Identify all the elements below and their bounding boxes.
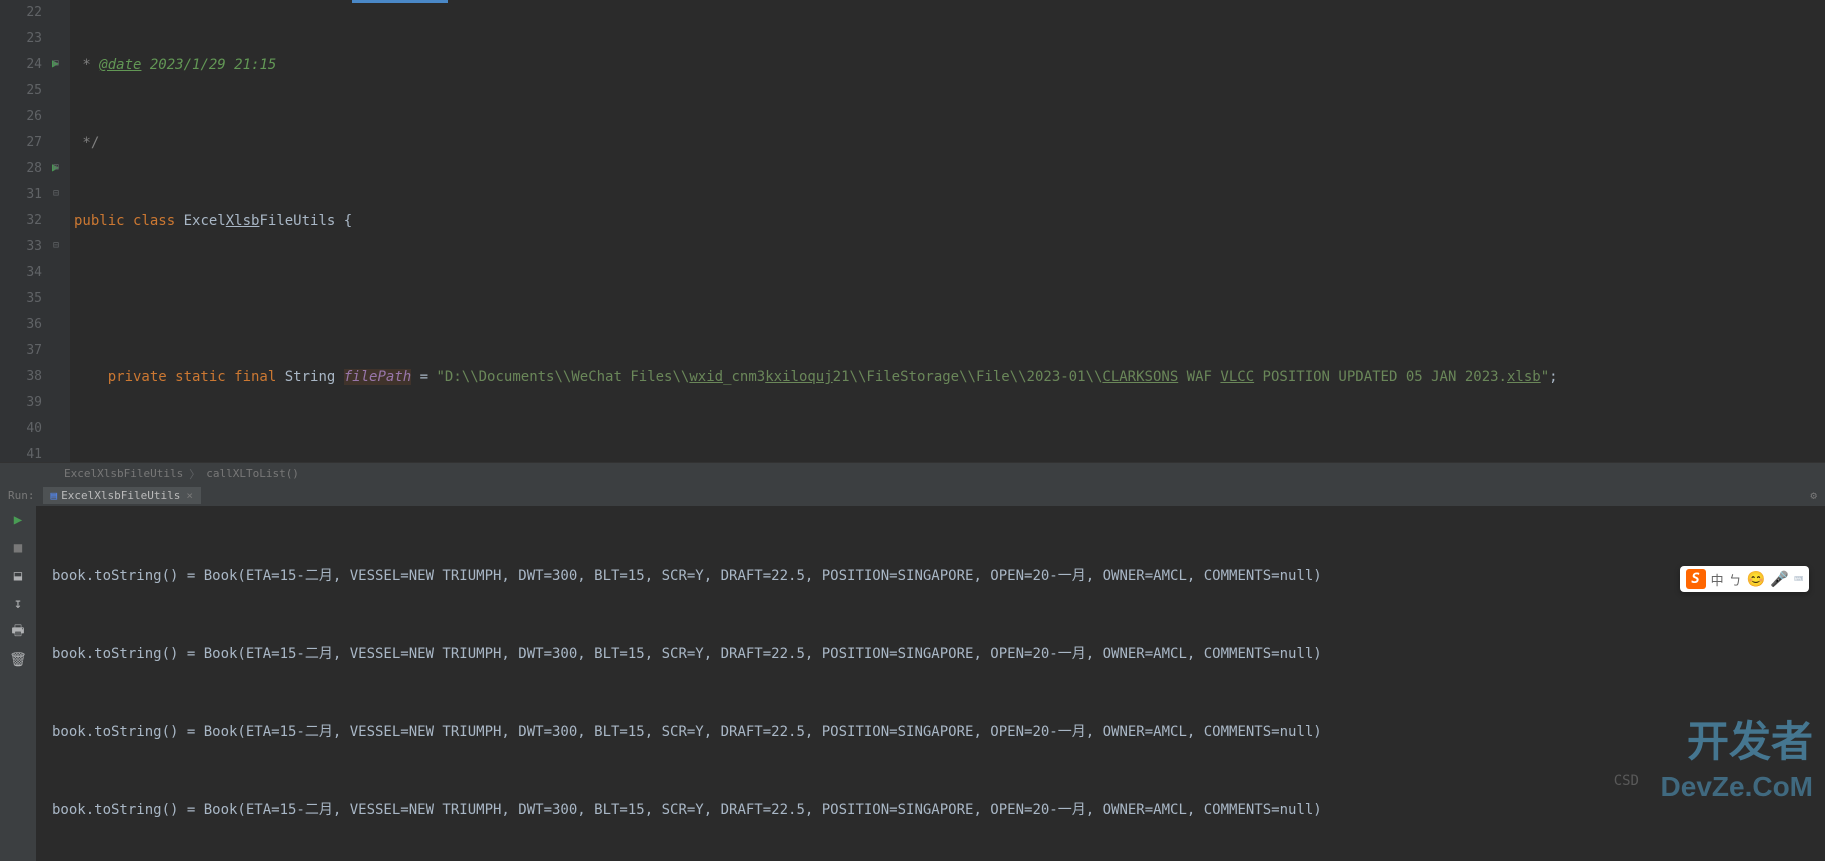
keyword: public	[74, 213, 133, 229]
output-line: book.toString() = Book(ETA=15-二月, VESSEL…	[52, 641, 1825, 667]
output-line: book.toString() = Book(ETA=15-二月, VESSEL…	[52, 797, 1825, 823]
run-tab-name: ExcelXlsbFileUtils	[61, 489, 180, 502]
class-name: FileUtils	[259, 213, 343, 229]
line-number[interactable]: 31	[0, 182, 42, 208]
fold-icon[interactable]: ⊟	[53, 240, 59, 251]
brace: {	[344, 213, 352, 229]
line-number[interactable]: 39	[0, 390, 42, 416]
code-editor[interactable]: 22 23 24 25 26 27 28 31 32 33 34 35 36 3…	[0, 0, 1825, 462]
line-number[interactable]: 24	[0, 52, 42, 78]
line-number[interactable]: 25	[0, 78, 42, 104]
line-number[interactable]: 34	[0, 260, 42, 286]
close-icon[interactable]: ×	[186, 489, 193, 502]
output-line: book.toString() = Book(ETA=15-二月, VESSEL…	[52, 719, 1825, 745]
string-literal: WAF	[1178, 369, 1220, 385]
run-config-icon: ▤	[51, 489, 58, 502]
field-name-highlighted: filePath	[344, 369, 411, 385]
sogou-icon[interactable]: S	[1686, 569, 1706, 589]
string-underlined: wxid	[689, 369, 723, 385]
run-panel: ▶ ■ ⬓ ↧ 🖶 🗑 book.toString() = Book(ETA=1…	[0, 484, 1825, 861]
layout-icon[interactable]: ⬓	[9, 567, 27, 585]
mic-icon[interactable]: 🎤	[1770, 570, 1789, 588]
active-tab-indicator	[352, 0, 448, 3]
console-output[interactable]: book.toString() = Book(ETA=15-二月, VESSEL…	[36, 485, 1825, 861]
run-tab[interactable]: ▤ ExcelXlsbFileUtils ×	[43, 487, 201, 504]
fold-icon[interactable]: ⊟	[53, 188, 59, 199]
clear-icon[interactable]: 🗑	[9, 651, 27, 669]
string-literal: _cnm3	[723, 369, 765, 385]
code-content[interactable]: * @date 2023/1/29 21:15 */ public class …	[70, 0, 1825, 462]
string-underlined: xlsb	[1507, 369, 1541, 385]
breadcrumb-separator-icon: 〉	[187, 466, 202, 482]
breadcrumb-class[interactable]: ExcelXlsbFileUtils	[60, 467, 187, 480]
string-underlined: CLARKSONS	[1102, 369, 1178, 385]
run-panel-label: Run:	[0, 489, 43, 502]
class-name: Excel	[184, 213, 226, 229]
line-number[interactable]: 41	[0, 442, 42, 468]
string-literal: 21\\FileStorage\\File\\2023-01\\	[833, 369, 1103, 385]
emoji-icon[interactable]: 😊	[1747, 570, 1766, 588]
ime-lang-toggle[interactable]: 中	[1711, 570, 1724, 589]
scroll-to-end-icon[interactable]: ↧	[9, 595, 27, 613]
line-number[interactable]: 26	[0, 104, 42, 130]
keyboard-icon[interactable]: ⌨	[1794, 570, 1803, 588]
semicolon: ;	[1549, 369, 1557, 385]
javadoc-date: 2023/1/29 21:15	[141, 57, 276, 73]
line-number[interactable]: 23	[0, 26, 42, 52]
string-literal: "D:\\Documents\\WeChat Files\\	[436, 369, 689, 385]
output-line: book.toString() = Book(ETA=15-二月, VESSEL…	[52, 563, 1825, 589]
class-name-underlined: Xlsb	[226, 213, 260, 229]
breadcrumb-bar: ExcelXlsbFileUtils 〉 callXLToList()	[0, 462, 1825, 484]
operator: =	[411, 369, 436, 385]
line-number[interactable]: 27	[0, 130, 42, 156]
line-number-gutter[interactable]: 22 23 24 25 26 27 28 31 32 33 34 35 36 3…	[0, 0, 50, 462]
breadcrumb-method[interactable]: callXLToList()	[202, 467, 303, 480]
line-number[interactable]: 40	[0, 416, 42, 442]
comment-text: *	[74, 57, 99, 73]
javadoc-tag: @date	[99, 57, 141, 73]
line-number[interactable]: 28	[0, 156, 42, 182]
fold-icon[interactable]: ⊟	[53, 58, 59, 69]
comment-end: */	[74, 135, 99, 151]
string-underlined: VLCC	[1220, 369, 1254, 385]
line-number[interactable]: 22	[0, 0, 42, 26]
run-panel-header: Run: ▤ ExcelXlsbFileUtils × ⚙	[0, 484, 1825, 506]
indent	[74, 369, 108, 385]
gear-icon[interactable]: ⚙	[1810, 489, 1825, 502]
line-number[interactable]: 38	[0, 364, 42, 390]
ime-toolbar[interactable]: S 中 ㄅ 😊 🎤 ⌨	[1680, 566, 1809, 592]
line-number[interactable]: 37	[0, 338, 42, 364]
print-icon[interactable]: 🖶	[9, 623, 27, 641]
rerun-icon[interactable]: ▶	[9, 511, 27, 529]
ime-punct-toggle[interactable]: ㄅ	[1729, 570, 1742, 589]
keyword: class	[133, 213, 184, 229]
run-toolbar: ▶ ■ ⬓ ↧ 🖶 🗑	[0, 485, 36, 861]
fold-icon[interactable]: ⊞	[53, 162, 59, 173]
type: String	[285, 369, 344, 385]
line-number[interactable]: 33	[0, 234, 42, 260]
line-number[interactable]: 36	[0, 312, 42, 338]
string-literal: POSITION UPDATED 05 JAN 2023.	[1254, 369, 1507, 385]
string-underlined: kxiloquj	[765, 369, 832, 385]
stop-icon[interactable]: ■	[9, 539, 27, 557]
line-number[interactable]: 32	[0, 208, 42, 234]
line-number[interactable]: 35	[0, 286, 42, 312]
keyword: private static final	[108, 369, 285, 385]
string-literal: "	[1541, 369, 1549, 385]
gutter-icon-area: ▶ ⊟ ▶ ⊞ ⊟ ⊟	[50, 0, 70, 462]
